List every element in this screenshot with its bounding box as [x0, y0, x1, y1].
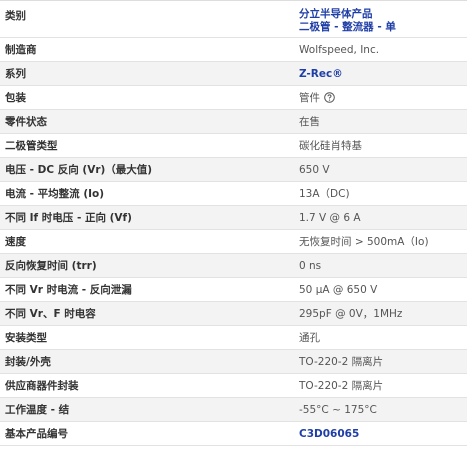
attribute-value: 0 ns	[299, 259, 322, 272]
attribute-value: 13A（DC)	[299, 188, 350, 200]
table-row: 电流 - 平均整流 (Io) 13A（DC)	[0, 182, 467, 206]
table-row: 速度 无恢复时间 > 500mA（Io)	[0, 230, 467, 254]
attribute-label: 包装	[5, 92, 26, 104]
attribute-value: 无恢复时间 > 500mA（Io)	[299, 236, 429, 248]
attribute-label: 供应商器件封装	[5, 380, 79, 392]
attribute-value-cell: 无恢复时间 > 500mA（Io)	[296, 234, 467, 249]
attribute-value-cell: -55°C ~ 175°C	[296, 404, 467, 416]
attribute-value-cell: TO-220-2 隔离片	[296, 354, 467, 369]
attribute-value: 通孔	[299, 332, 320, 344]
attribute-label: 制造商	[5, 44, 37, 56]
table-row: 供应商器件封装 TO-220-2 隔离片	[0, 374, 467, 398]
attribute-label: 二极管类型	[5, 140, 58, 152]
table-row: 制造商 Wolfspeed, Inc.	[0, 38, 467, 62]
category-label: 类别	[5, 10, 26, 22]
table-row: 包装 管件	[0, 86, 467, 110]
product-attributes-table: 类别 分立半导体产品 二极管 - 整流器 - 单 制造商 Wolfspeed, I…	[0, 0, 467, 446]
attribute-label: 反向恢复时间 (trr)	[5, 260, 97, 272]
table-row: 反向恢复时间 (trr) 0 ns	[0, 254, 467, 278]
attribute-value-cell: 在售	[296, 114, 467, 129]
attribute-value-cell: 碳化硅肖特基	[296, 138, 467, 153]
attribute-value-cell: 管件	[296, 90, 467, 105]
table-row: 不同 If 时电压 - 正向 (Vf) 1.7 V @ 6 A	[0, 206, 467, 230]
attribute-value-cell: C3D06065	[296, 428, 467, 440]
attribute-value: 50 µA @ 650 V	[299, 283, 378, 296]
attribute-label: 电流 - 平均整流 (Io)	[5, 188, 105, 200]
attribute-value: Wolfspeed, Inc.	[299, 43, 380, 56]
attribute-label: 基本产品编号	[5, 428, 68, 440]
category-link-rectifiers[interactable]: 二极管 - 整流器 - 单	[299, 21, 396, 34]
attribute-value: 1.7 V @ 6 A	[299, 211, 361, 224]
attribute-value-cell: 1.7 V @ 6 A	[296, 212, 467, 224]
attribute-label: 系列	[5, 68, 26, 80]
attribute-label: 工作温度 - 结	[5, 404, 70, 416]
attribute-label: 不同 Vr、F 时电容	[5, 308, 96, 320]
attribute-label: 不同 Vr 时电流 - 反向泄漏	[5, 284, 132, 296]
table-row: 安装类型 通孔	[0, 326, 467, 350]
attribute-value: TO-220-2 隔离片	[299, 356, 384, 368]
attribute-value-link[interactable]: C3D06065	[299, 428, 359, 440]
attribute-value: 管件	[299, 92, 320, 104]
table-row: 工作温度 - 结 -55°C ~ 175°C	[0, 398, 467, 422]
attribute-value-cell: Z-Rec®	[296, 68, 467, 80]
table-row: 电压 - DC 反向 (Vr)（最大值) 650 V	[0, 158, 467, 182]
attribute-value-cell: 50 µA @ 650 V	[296, 284, 467, 296]
attribute-value-link[interactable]: Z-Rec®	[299, 68, 343, 80]
attribute-value: 碳化硅肖特基	[299, 140, 362, 152]
table-row: 零件状态 在售	[0, 110, 467, 134]
attribute-value-cell: 0 ns	[296, 260, 467, 272]
attribute-label: 电压 - DC 反向 (Vr)（最大值)	[5, 164, 153, 176]
table-row: 二极管类型 碳化硅肖特基	[0, 134, 467, 158]
table-row: 不同 Vr 时电流 - 反向泄漏 50 µA @ 650 V	[0, 278, 467, 302]
question-circle-icon[interactable]	[324, 92, 335, 103]
attribute-value: 650 V	[299, 163, 330, 176]
attribute-label: 零件状态	[5, 116, 47, 128]
table-row: 基本产品编号 C3D06065	[0, 422, 467, 446]
table-row: 不同 Vr、F 时电容 295pF @ 0V，1MHz	[0, 302, 467, 326]
attribute-value: -55°C ~ 175°C	[299, 403, 377, 416]
attribute-value-cell: Wolfspeed, Inc.	[296, 44, 467, 56]
attribute-label: 安装类型	[5, 332, 47, 344]
attribute-value-cell: 650 V	[296, 164, 467, 176]
attribute-label: 速度	[5, 236, 26, 248]
attribute-label: 封装/外壳	[5, 356, 51, 368]
attribute-value-cell: 通孔	[296, 330, 467, 345]
attribute-value: 在售	[299, 116, 320, 128]
attribute-value: TO-220-2 隔离片	[299, 380, 384, 392]
category-link-discrete[interactable]: 分立半导体产品	[299, 8, 373, 21]
table-header-row: 类别 分立半导体产品 二极管 - 整流器 - 单	[0, 1, 467, 38]
category-value: 分立半导体产品 二极管 - 整流器 - 单	[296, 8, 467, 34]
attribute-value-cell: TO-220-2 隔离片	[296, 378, 467, 393]
attribute-label: 不同 If 时电压 - 正向 (Vf)	[5, 212, 132, 224]
attribute-value-cell: 295pF @ 0V，1MHz	[296, 306, 467, 321]
attribute-value: 295pF @ 0V，1MHz	[299, 308, 403, 320]
table-row: 系列 Z-Rec®	[0, 62, 467, 86]
table-row: 封装/外壳 TO-220-2 隔离片	[0, 350, 467, 374]
attribute-value-cell: 13A（DC)	[296, 186, 467, 201]
